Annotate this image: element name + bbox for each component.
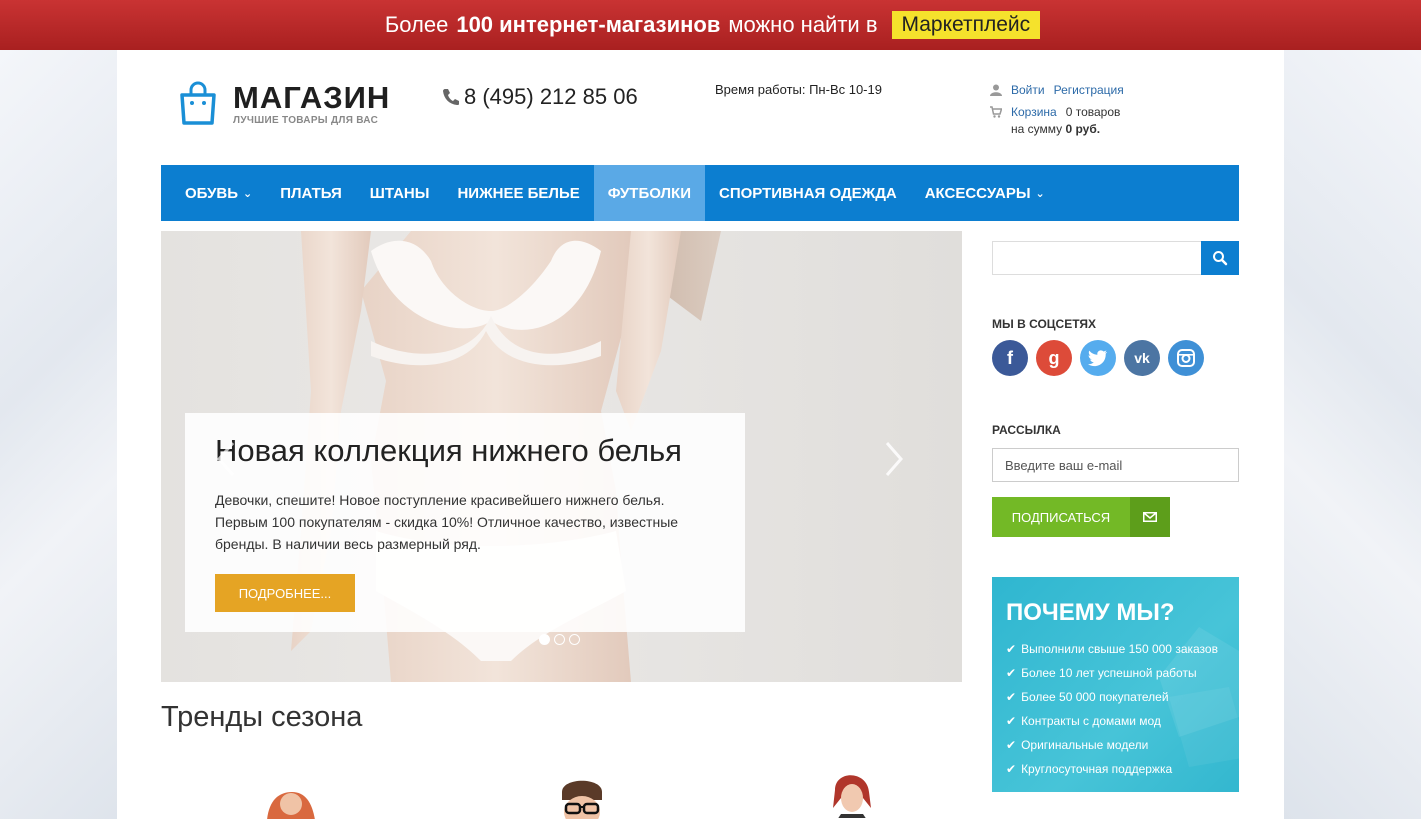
trend-product-image[interactable] xyxy=(257,770,327,819)
list-item: ✔ Более 50 000 покупателей xyxy=(1006,685,1225,709)
twitter-icon[interactable] xyxy=(1080,340,1116,376)
shopping-bag-icon xyxy=(180,81,216,125)
search-icon xyxy=(1213,251,1228,266)
slider-dot-2[interactable] xyxy=(554,634,565,645)
search-bar xyxy=(992,241,1239,275)
check-icon: ✔ xyxy=(1006,690,1017,704)
list-item-text: Более 10 лет успешной работы xyxy=(1021,666,1197,680)
check-icon: ✔ xyxy=(1006,642,1017,656)
facebook-icon[interactable]: f xyxy=(992,340,1028,376)
page-container: МАГАЗИН ЛУЧШИЕ ТОВАРЫ ДЛЯ ВАС 8 (495) 21… xyxy=(117,50,1284,819)
nav-item-pants[interactable]: ШТАНЫ xyxy=(356,165,444,221)
list-item: ✔ Круглосуточная поддержка xyxy=(1006,757,1225,781)
nav-item-label: АКСЕССУАРЫ xyxy=(924,184,1031,202)
nav-item-label: ПЛАТЬЯ xyxy=(280,184,342,202)
logo[interactable]: МАГАЗИН ЛУЧШИЕ ТОВАРЫ ДЛЯ ВАС xyxy=(178,81,390,126)
check-icon: ✔ xyxy=(1006,714,1017,728)
slider-dot-3[interactable] xyxy=(569,634,580,645)
nav-item-label: ФУТБОЛКИ xyxy=(607,184,691,202)
social-links: f g vk xyxy=(992,340,1212,376)
nav-item-sportswear[interactable]: СПОРТИВНАЯ ОДЕЖДА xyxy=(705,165,911,221)
list-item: ✔ Выполнили свыше 150 000 заказов xyxy=(1006,637,1225,661)
list-item-text: Оригинальные модели xyxy=(1021,738,1149,752)
nav-item-accessories[interactable]: АКСЕССУАРЫ ⌄ xyxy=(911,165,1059,221)
list-item-text: Контракты с домами мод xyxy=(1021,714,1161,728)
user-icon xyxy=(990,84,1002,96)
nav-item-dresses[interactable]: ПЛАТЬЯ xyxy=(266,165,356,221)
chevron-down-icon: ⌄ xyxy=(1035,187,1045,200)
list-item: ✔ Контракты с домами мод xyxy=(1006,709,1225,733)
cart-icon xyxy=(990,105,1002,118)
why-us-title: ПОЧЕМУ МЫ? xyxy=(1006,599,1175,626)
chevron-left-icon[interactable] xyxy=(213,439,237,479)
phone-text: 8 (495) 212 85 06 xyxy=(464,84,638,109)
list-item-text: Более 50 000 покупателей xyxy=(1021,690,1169,704)
more-button[interactable]: ПОДРОБНЕЕ... xyxy=(215,574,355,612)
cart-count: 0 товаров xyxy=(1065,104,1121,119)
marketplace-link[interactable]: Маркетплейс xyxy=(891,11,1041,39)
banner-text-bold: 100 интернет-магазинов xyxy=(456,12,721,37)
register-link[interactable]: Регистрация xyxy=(1054,83,1124,97)
list-item-text: Круглосуточная поддержка xyxy=(1021,762,1173,776)
why-us-block: ПОЧЕМУ МЫ? ✔ Выполнили свыше 150 000 зака… xyxy=(992,577,1239,792)
slide-caption: Новая коллекция нижнего белья Девочки, с… xyxy=(185,413,745,632)
subscribe-button[interactable]: ПОДПИСАТЬСЯ xyxy=(992,497,1170,537)
chevron-down-icon: ⌄ xyxy=(243,187,253,200)
banner-text-1: Более xyxy=(384,12,449,37)
cart-link[interactable]: Корзина xyxy=(1011,105,1057,119)
instagram-icon[interactable] xyxy=(1168,340,1204,376)
check-icon: ✔ xyxy=(1006,666,1017,680)
vk-icon[interactable]: vk xyxy=(1124,340,1160,376)
slider-dots xyxy=(539,634,584,645)
marketplace-banner[interactable]: Более 100 интернет-магазинов можно найти… xyxy=(0,0,1421,50)
trend-product-image[interactable] xyxy=(547,772,617,819)
logo-subtitle: ЛУЧШИЕ ТОВАРЫ ДЛЯ ВАС xyxy=(233,115,379,126)
slide-title: Новая коллекция нижнего белья xyxy=(215,433,682,468)
working-hours: Время работы: Пн-Вс 10-19 xyxy=(715,82,882,97)
nav-item-tshirts[interactable]: ФУТБОЛКИ xyxy=(593,165,705,221)
cart-sum-value: 0 руб. xyxy=(1065,121,1101,136)
chevron-right-icon[interactable] xyxy=(883,439,907,479)
cart-sum-label: на сумму xyxy=(1011,121,1063,136)
list-item-text: Выполнили свыше 150 000 заказов xyxy=(1021,642,1218,656)
nav-item-label: НИЖНЕЕ БЕЛЬЕ xyxy=(457,184,580,202)
trends-title: Тренды сезона xyxy=(161,701,363,733)
newsletter-title: РАССЫЛКА xyxy=(992,423,1061,437)
login-link[interactable]: Войти xyxy=(1011,83,1045,97)
social-title: МЫ В СОЦСЕТЯХ xyxy=(992,317,1097,331)
phone-number[interactable]: 8 (495) 212 85 06 xyxy=(442,84,638,110)
nav-item-underwear[interactable]: НИЖНЕЕ БЕЛЬЕ xyxy=(443,165,593,221)
background-decoration-right xyxy=(1284,50,1421,819)
slider-dot-1[interactable] xyxy=(539,634,550,645)
search-input[interactable] xyxy=(992,241,1201,275)
envelope-icon xyxy=(1130,497,1170,537)
why-us-list: ✔ Выполнили свыше 150 000 заказов ✔ Более … xyxy=(1006,637,1225,781)
nav-item-label: СПОРТИВНАЯ ОДЕЖДА xyxy=(719,184,897,202)
list-item: ✔ Более 10 лет успешной работы xyxy=(1006,661,1225,685)
nav-item-label: ШТАНЫ xyxy=(369,184,430,202)
banner-text-2: можно найти в xyxy=(728,12,878,37)
subscribe-label: ПОДПИСАТЬСЯ xyxy=(992,497,1130,537)
logo-title: МАГАЗИН xyxy=(233,80,391,115)
email-field[interactable] xyxy=(992,448,1239,482)
trend-product-image[interactable] xyxy=(817,768,887,818)
nav-item-label: ОБУВЬ xyxy=(185,184,239,202)
hero-slider: Новая коллекция нижнего белья Девочки, с… xyxy=(161,231,962,682)
list-item: ✔ Оригинальные модели xyxy=(1006,733,1225,757)
main-nav: ОБУВЬ ⌄ ПЛАТЬЯ ШТАНЫ НИЖНЕЕ БЕЛЬЕ ФУТБОЛ… xyxy=(161,165,1239,221)
search-button[interactable] xyxy=(1201,241,1239,275)
google-plus-icon[interactable]: g xyxy=(1036,340,1072,376)
nav-item-shoes[interactable]: ОБУВЬ ⌄ xyxy=(161,165,266,221)
slide-text: Девочки, спешите! Новое поступление крас… xyxy=(215,492,679,552)
account-block: Войти Регистрация Корзина 0 товаров на с… xyxy=(990,81,1133,142)
check-icon: ✔ xyxy=(1006,738,1017,752)
phone-icon xyxy=(443,89,459,105)
check-icon: ✔ xyxy=(1006,762,1017,776)
